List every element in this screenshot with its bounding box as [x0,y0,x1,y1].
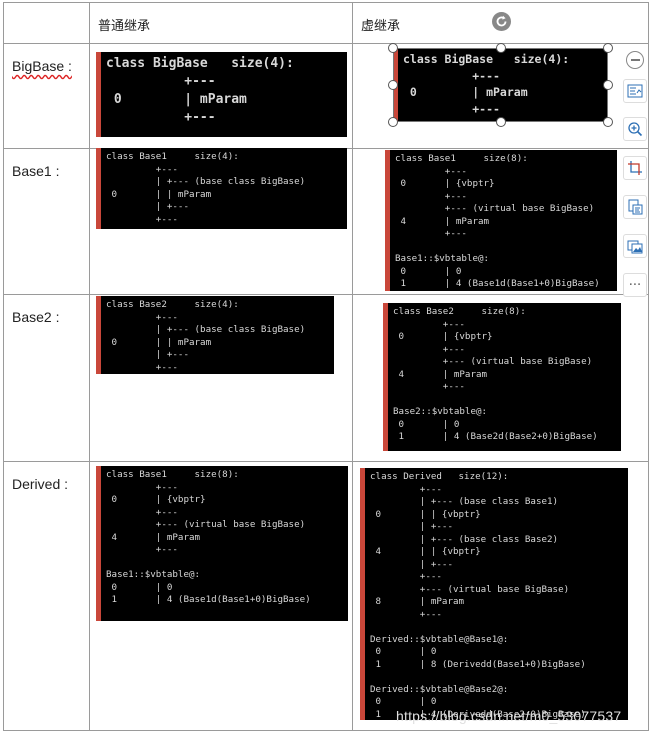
resize-handle-bottom-right[interactable] [603,117,613,127]
zoom-in-icon[interactable] [623,117,647,141]
row-label-bigbase: BigBase : [3,43,90,149]
resize-handle-top-right[interactable] [603,43,613,53]
terminal-text: class Base2 size(4): +--- | +--- (base c… [106,299,306,373]
zoom-glyph [628,122,643,137]
terminal-bigbase-virtual[interactable]: class BigBase size(4): +--- 0 | mParam +… [393,48,608,122]
row-label-text: Base2 : [12,309,60,325]
layout-glyph [627,84,643,98]
crop-glyph [628,161,642,175]
row-label-text: BigBase : [12,58,72,74]
header-virtual-label: 虚继承 [361,19,401,34]
header-normal-label: 普通继承 [98,19,151,34]
resize-handle-top[interactable] [496,43,506,53]
row-label-text: Derived : [12,476,69,492]
wrap-glyph [628,199,643,215]
more-options-icon[interactable]: ··· [623,273,647,297]
terminal-derived-virtual: class Derived size(12): +--- | +--- (bas… [360,468,628,720]
header-normal-inheritance: 普通继承 [89,2,353,44]
terminal-derived-normal: class Base1 size(8): +--- 0 | {vbptr} +-… [96,466,348,621]
minus-glyph [630,59,640,61]
corner-cell [3,2,90,44]
terminal-text: class Base1 size(4): +--- | +--- (base c… [106,151,306,225]
terminal-text: class BigBase size(4): +--- 0 | mParam +… [403,52,570,116]
resize-handle-bottom-left[interactable] [388,117,398,127]
terminal-base1-normal: class Base1 size(4): +--- | +--- (base c… [96,148,347,229]
crop-icon[interactable] [623,156,647,180]
rotate-glyph [496,15,507,27]
wrap-text-icon[interactable] [623,195,647,219]
terminal-base2-virtual: class Base2 size(8): +--- 0 | {vbptr} +-… [383,303,621,451]
resize-handle-bottom[interactable] [496,117,506,127]
replace-image-icon[interactable] [623,234,647,258]
rotate-icon[interactable] [492,12,511,31]
replace-glyph [627,240,643,254]
terminal-text: class Base1 size(8): +--- 0 | {vbptr} +-… [106,469,311,605]
terminal-text: class BigBase size(4): +--- 0 | mParam +… [106,56,294,125]
terminal-base1-virtual: class Base1 size(8): +--- 0 | {vbptr} +-… [385,150,617,291]
row-label-derived: Derived : [3,461,90,731]
terminal-text: class Derived size(12): +--- | +--- (bas… [370,471,586,720]
resize-handle-right[interactable] [603,80,613,90]
terminal-bigbase-normal: class BigBase size(4): +--- 0 | mParam +… [96,52,347,137]
more-label: ··· [628,277,642,293]
layout-options-icon[interactable] [623,79,647,103]
terminal-base2-normal: class Base2 size(4): +--- | +--- (base c… [96,296,334,374]
resize-handle-top-left[interactable] [388,43,398,53]
row-label-base2: Base2 : [3,294,90,462]
terminal-text: class Base1 size(8): +--- 0 | {vbptr} +-… [395,153,600,289]
row-label-text: Base1 : [12,163,60,179]
resize-handle-left[interactable] [388,80,398,90]
minus-icon[interactable] [626,51,644,69]
row-label-base1: Base1 : [3,148,90,295]
watermark: https://blog.csdn.net/m0_53077537 [396,708,622,724]
terminal-text: class Base2 size(8): +--- 0 | {vbptr} +-… [393,306,598,442]
